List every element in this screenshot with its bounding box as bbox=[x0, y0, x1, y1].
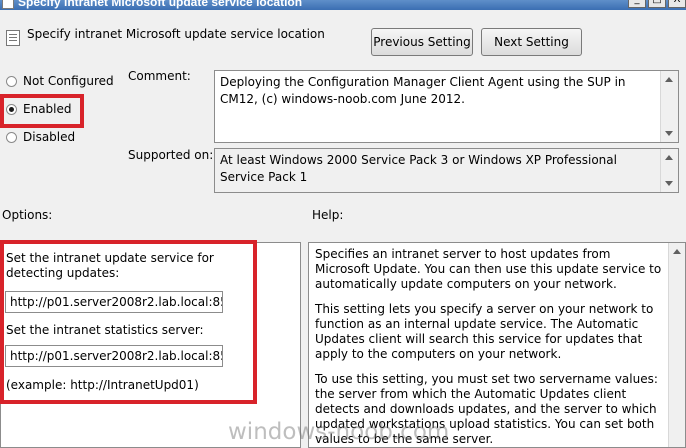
radio-label: Disabled bbox=[23, 130, 76, 144]
policy-setting-icon bbox=[6, 30, 20, 46]
title-bar: Specify intranet Microsoft update servic… bbox=[0, 0, 686, 10]
next-setting-button[interactable]: Next Setting bbox=[481, 28, 582, 56]
comment-textarea[interactable]: Deploying the Configuration Manager Clie… bbox=[214, 70, 679, 143]
supported-on-label: Supported on: bbox=[128, 148, 214, 162]
policy-window-icon bbox=[2, 0, 14, 9]
enabled-highlight-box bbox=[0, 94, 84, 128]
help-paragraph: This setting lets you specify a server o… bbox=[315, 302, 654, 361]
help-label: Help: bbox=[312, 208, 344, 222]
help-text: Specifies an intranet server to host upd… bbox=[315, 247, 665, 447]
radio-circle[interactable] bbox=[6, 132, 17, 143]
options-highlight-box bbox=[0, 240, 257, 404]
radio-label: Not Configured bbox=[23, 74, 114, 88]
comment-text: Deploying the Configuration Manager Clie… bbox=[220, 75, 626, 106]
comment-scrollbar[interactable] bbox=[660, 71, 678, 142]
minimize-button[interactable]: _ bbox=[628, 0, 646, 8]
previous-setting-button[interactable]: Previous Setting bbox=[371, 28, 473, 56]
help-pane: Specifies an intranet server to host upd… bbox=[308, 242, 686, 448]
watermark: windows-noob.com bbox=[228, 419, 450, 445]
options-label: Options: bbox=[2, 208, 53, 222]
scroll-up-icon[interactable] bbox=[673, 249, 681, 254]
supported-on-text: At least Windows 2000 Service Pack 3 or … bbox=[220, 153, 617, 184]
comment-label: Comment: bbox=[128, 69, 191, 83]
policy-name: Specify intranet Microsoft update servic… bbox=[27, 27, 325, 41]
close-button[interactable]: X bbox=[668, 0, 686, 8]
help-paragraph: Specifies an intranet server to host upd… bbox=[315, 247, 662, 291]
scroll-up-icon[interactable] bbox=[665, 77, 673, 82]
scroll-down-icon[interactable] bbox=[665, 131, 673, 136]
supported-scrollbar[interactable] bbox=[660, 149, 678, 192]
window-title: Specify intranet Microsoft update servic… bbox=[18, 0, 303, 9]
help-scrollbar[interactable] bbox=[668, 243, 685, 447]
radio-circle[interactable] bbox=[6, 76, 17, 87]
scroll-down-icon[interactable] bbox=[665, 181, 673, 186]
maximize-button[interactable]: □ bbox=[648, 0, 666, 8]
supported-on-box: At least Windows 2000 Service Pack 3 or … bbox=[214, 148, 679, 193]
scroll-up-icon[interactable] bbox=[665, 155, 673, 160]
